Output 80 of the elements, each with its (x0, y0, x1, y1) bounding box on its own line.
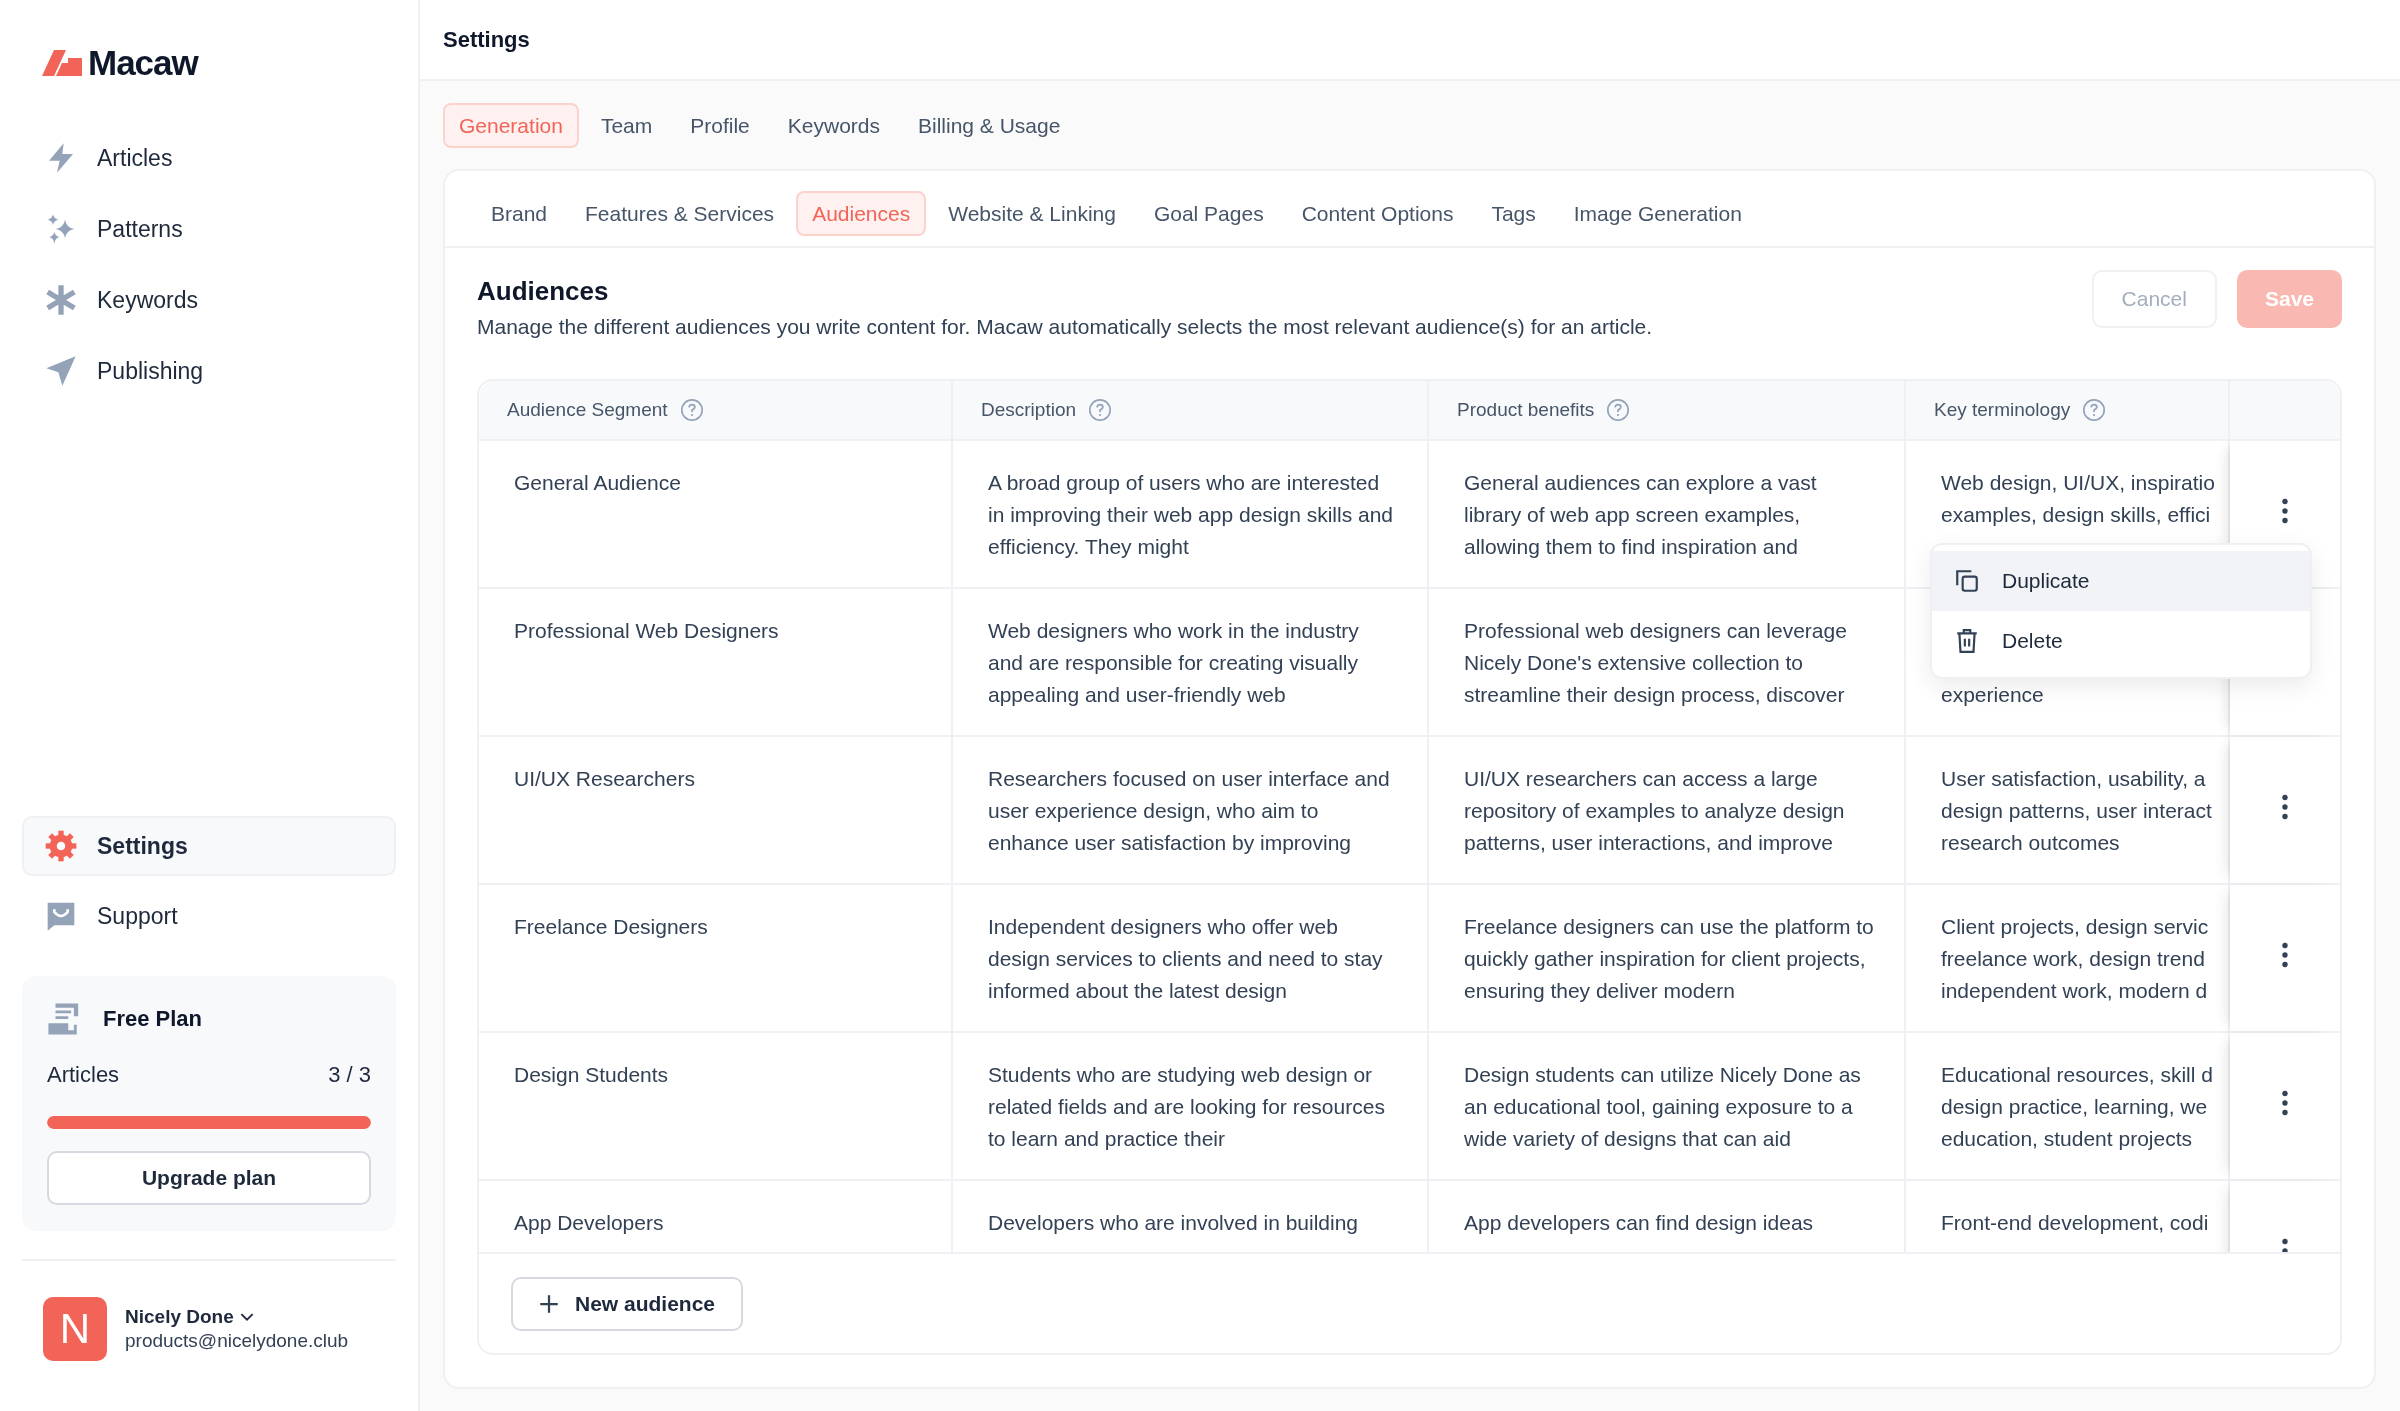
table-cell-text: research outcomes (1941, 830, 2121, 856)
trash-icon (1954, 628, 1980, 654)
table-cell-text: Professional web designers can leverage Nicely Done's extensive collection to streamline their design process, discover (1464, 618, 1848, 708)
more-icon[interactable] (2281, 942, 2289, 968)
column-header: Product benefits (1429, 381, 1906, 439)
section-description: Manage the different audiences you write content for. Macaw automatically selects the most relevant audience(s) for an article. (477, 315, 1653, 339)
tab[interactable]: Keywords (771, 103, 896, 148)
table-cell: Professional Web Designers (514, 619, 779, 642)
plan-title: Free Plan (103, 1006, 203, 1032)
column-header: Audience Segment (479, 381, 953, 439)
menu-item[interactable]: Duplicate (1932, 551, 2310, 611)
table-cell: UI/UX Researchers (514, 767, 695, 790)
paper-plane-icon (45, 355, 77, 387)
page-title: Settings (443, 26, 530, 53)
table-cell-text: Front-end development, codi (1941, 1210, 2210, 1236)
tab[interactable]: Billing & Usage (902, 103, 1077, 148)
table-cell-text: Design students can utilize Nicely Done as an educational tool, gaining exposure to a wide variety of designs that can aid (1464, 1062, 1862, 1152)
tab[interactable]: Website & Linking (932, 191, 1132, 236)
new-audience-button[interactable]: New audience (511, 1276, 744, 1331)
tab[interactable]: Goal Pages (1137, 191, 1280, 236)
avatar: N (43, 1297, 107, 1361)
section-title: Audiences (477, 276, 610, 307)
tab[interactable]: Team (584, 103, 669, 148)
table-cell-text: A broad group of users who are interested in improving their web app design skills and efficiency. They might (988, 470, 1395, 560)
table-cell-text: education, student projects (1941, 1126, 2193, 1152)
nav-item[interactable]: Support (22, 886, 396, 946)
table-cell-text: freelance work, design trend (1941, 946, 2206, 972)
table-cell-text: User satisfaction, usability, a (1941, 766, 2207, 792)
table-cell-text: UI/UX researchers can access a large repository of examples to analyze design patterns, user interactions, and improve (1464, 766, 1846, 856)
table-cell-text: design patterns, user interact (1941, 798, 2213, 824)
table-cell-text: General audiences can explore a vast library of web app screen examples, allowing them to find inspiration and (1464, 470, 1818, 560)
table-cell-text: Developers who are involved in building (988, 1210, 1360, 1236)
nav-item[interactable]: Patterns (22, 201, 396, 257)
plus-icon (539, 1293, 559, 1314)
nav-item[interactable]: Publishing (22, 343, 396, 399)
table-cell: Freelance Designers (514, 915, 708, 938)
account-menu[interactable]: Nicely Done (125, 1306, 349, 1328)
table-cell-text: Client projects, design servic (1941, 914, 2210, 940)
table-cell-text: Web design, UI/UX, inspiratio (1941, 470, 2216, 496)
copy-icon (1954, 568, 1980, 594)
table-cell-text: Educational resources, skill d (1941, 1062, 2214, 1088)
nav-item[interactable]: Articles (22, 130, 396, 186)
more-icon[interactable] (2281, 1090, 2289, 1116)
column-header: Description (953, 381, 1429, 439)
logo-icon (42, 50, 82, 76)
table-cell-text: Researchers focused on user interface and user experience design, who aim to enhance user satisfaction by improving (988, 766, 1391, 856)
more-icon[interactable] (2281, 794, 2289, 820)
tab[interactable]: Features & Services (569, 191, 791, 236)
user-email: products@nicelydone.club (125, 1330, 349, 1352)
upgrade-button[interactable]: Upgrade plan (47, 1151, 371, 1205)
tab[interactable]: Content Options (1285, 191, 1470, 236)
table-cell-text: Freelance designers can use the platform to quickly gather inspiration for client projects, ensuring they deliver modern (1464, 914, 1874, 1004)
table-cell-text: Students who are studying web design or related fields and are looking for resources to learn and practice their (988, 1062, 1386, 1152)
asterisk-icon (45, 284, 77, 316)
usage-label: Articles (47, 1062, 120, 1088)
nav-item[interactable]: Settings (22, 816, 396, 876)
table-cell: General Audience (514, 471, 681, 494)
nav-item[interactable]: Keywords (22, 272, 396, 328)
menu-item[interactable]: Delete (1932, 611, 2310, 671)
table-cell: App Developers (514, 1211, 664, 1234)
tab[interactable]: Profile (674, 103, 766, 148)
table-cell-text: Independent designers who offer web design services to clients and need to stay informed about the latest design (988, 914, 1384, 1004)
table-cell-text: design practice, learning, we (1941, 1094, 2209, 1120)
tab[interactable]: Image Generation (1557, 191, 1758, 236)
table-cell: Design Students (514, 1063, 669, 1086)
tab[interactable]: Brand (475, 191, 564, 236)
document-icon (47, 1002, 81, 1036)
chevron-down-icon (239, 1312, 254, 1322)
table-cell-text: examples, design skills, effici (1941, 502, 2212, 528)
tab[interactable]: Tags (1475, 191, 1552, 236)
settings-icon (45, 830, 77, 862)
table-cell-text: App developers can find design ideas (1464, 1210, 1815, 1236)
smile-chat-icon (45, 900, 77, 932)
more-icon[interactable] (2281, 498, 2289, 524)
usage-count: 3 / 3 (328, 1062, 371, 1088)
brand-name: Macaw (88, 43, 198, 83)
column-header: Key terminology (1906, 381, 2230, 439)
table-cell-text: experience (1941, 682, 2045, 708)
table-cell-text: independent work, modern d (1941, 978, 2209, 1004)
table-cell-text: Web designers who work in the industry and are responsible for creating visually appealing and user-friendly web (988, 618, 1360, 708)
